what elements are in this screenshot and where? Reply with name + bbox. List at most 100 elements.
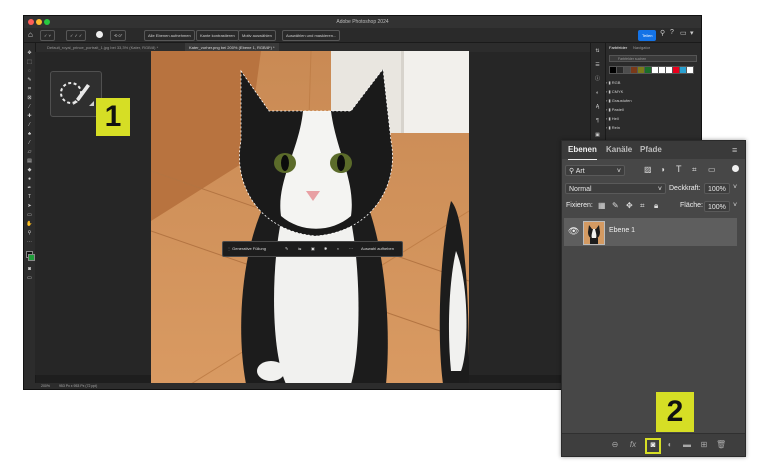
eyedropper-tool-icon[interactable]: ⁄: [26, 105, 33, 110]
clone-stamp-tool-icon[interactable]: ♣: [26, 132, 33, 137]
brush-icon[interactable]: ✎: [285, 242, 288, 256]
workspace-icon[interactable]: ▭: [680, 29, 687, 37]
info-icon[interactable]: ⓘ: [594, 77, 601, 82]
blend-mode-select[interactable]: Normal ˅: [565, 183, 666, 194]
tab-navigator[interactable]: Navigator: [633, 45, 650, 50]
minimize-window-button[interactable]: [36, 19, 42, 25]
swatch-folder-rgb[interactable]: › ▮ RGB: [606, 79, 620, 86]
lock-all-icon[interactable]: 🔒︎: [654, 201, 658, 211]
brush-size-icon[interactable]: [96, 31, 103, 38]
background-color-swatch[interactable]: [28, 254, 35, 261]
layer-style-fx-button[interactable]: fx: [628, 440, 638, 450]
lock-transparent-icon[interactable]: ▦: [598, 201, 606, 210]
path-selection-tool-icon[interactable]: ➤: [26, 204, 33, 209]
filter-shape-icon[interactable]: ⌗: [692, 165, 697, 175]
help-icon[interactable]: ?: [670, 29, 674, 36]
mask-icon[interactable]: ▣: [311, 242, 315, 256]
select-subject-button[interactable]: Motiv auswählen: [238, 30, 276, 41]
quick-mask-icon[interactable]: ◙: [26, 267, 33, 272]
history-brush-tool-icon[interactable]: ⁄: [26, 141, 33, 146]
tab-layers[interactable]: Ebenen: [568, 141, 597, 160]
zoom-tool-icon[interactable]: ⚲: [26, 231, 33, 236]
layer-row[interactable]: 👁︎ Ebene 1: [564, 218, 737, 246]
move-tool-icon[interactable]: ✥: [26, 51, 33, 56]
adjustments-icon[interactable]: ☰: [594, 63, 601, 68]
deselect-button[interactable]: Auswahl aufheben: [361, 242, 394, 256]
adjustment-layer-icon[interactable]: ◐: [665, 440, 675, 450]
close-window-button[interactable]: [28, 19, 34, 25]
swatch-folder-pure[interactable]: › ▮ Rein: [606, 124, 620, 131]
select-and-mask-button[interactable]: Auswählen und maskieren...: [282, 30, 341, 41]
frame-tool-icon[interactable]: ⊠: [26, 96, 33, 101]
blur-tool-icon[interactable]: ◆: [26, 168, 33, 173]
visibility-eye-icon[interactable]: 👁︎: [568, 226, 579, 237]
brush-angle-field[interactable]: ⟲ 0°: [110, 30, 127, 41]
filter-type-icon[interactable]: T: [676, 164, 682, 174]
quick-selection-tool-icon[interactable]: ✎: [26, 78, 33, 83]
properties-icon[interactable]: ⇅: [594, 49, 601, 54]
drag-handle-icon[interactable]: ⋮: [223, 246, 231, 251]
link-layers-icon[interactable]: ⊖: [610, 440, 620, 450]
lock-position-icon[interactable]: ✥: [626, 201, 633, 210]
swatch-folder-light[interactable]: › ▮ Hell: [606, 115, 619, 122]
all-layers-checkbox[interactable]: Alle Ebenen aufnehmen: [144, 30, 195, 41]
eraser-tool-icon[interactable]: ▱: [26, 150, 33, 155]
home-icon[interactable]: ⌂: [28, 30, 33, 39]
opacity-field[interactable]: 100%: [704, 183, 730, 194]
character-icon[interactable]: Ą: [594, 105, 601, 110]
invert-icon[interactable]: ⇋: [298, 242, 301, 256]
adjust-icon[interactable]: ◐: [337, 242, 339, 256]
gradient-tool-icon[interactable]: ▤: [26, 159, 33, 164]
search-icon[interactable]: ⚲: [660, 29, 665, 37]
libraries-icon[interactable]: ▣: [594, 133, 601, 138]
group-folder-icon[interactable]: ▬: [682, 440, 692, 450]
arrange-icon[interactable]: ▾: [690, 29, 694, 37]
add-layer-mask-icon[interactable]: ◙: [645, 438, 661, 454]
swatch-folder-cmyk[interactable]: › ▮ CMYK: [606, 88, 623, 95]
filter-adjustment-icon[interactable]: ◑: [660, 165, 665, 174]
marquee-tool-icon[interactable]: ⬚: [26, 60, 33, 65]
generative-fill-button[interactable]: Generative Füllung: [232, 246, 266, 251]
type-tool-icon[interactable]: T: [26, 195, 33, 200]
paragraph-icon[interactable]: ¶: [594, 119, 601, 124]
fill-field[interactable]: 100%: [704, 201, 730, 212]
share-button[interactable]: Teilen: [638, 30, 657, 41]
swatch-color[interactable]: [686, 66, 694, 74]
maximize-window-button[interactable]: [44, 19, 50, 25]
rectangle-tool-icon[interactable]: ▭: [26, 213, 33, 218]
screen-mode-icon[interactable]: ▭: [26, 276, 33, 281]
brush-tool-icon[interactable]: ⁄: [26, 123, 33, 128]
pen-tool-icon[interactable]: ✒: [26, 186, 33, 191]
filter-pixel-icon[interactable]: ▨: [644, 165, 652, 174]
swatch-search-input[interactable]: Farbfelder suchen: [609, 55, 697, 62]
more-icon[interactable]: ⋯: [349, 242, 353, 256]
cat-photo[interactable]: [151, 51, 469, 384]
filter-toggle[interactable]: [732, 165, 739, 172]
edge-contrast-checkbox[interactable]: Kante kontrastieren: [196, 30, 239, 41]
fill-dropdown-icon[interactable]: ˅: [733, 202, 737, 209]
layer-name[interactable]: Ebene 1: [609, 227, 635, 234]
lasso-tool-icon[interactable]: ◌: [26, 69, 33, 74]
panel-menu-icon[interactable]: ≡: [732, 141, 737, 159]
color-icon[interactable]: ◐: [594, 91, 601, 96]
tool-preset-picker[interactable]: ✓ ˅: [40, 30, 55, 41]
healing-brush-tool-icon[interactable]: ✚: [26, 114, 33, 119]
tab-default-royal-prince[interactable]: Default_royal_prince_portrait_1.jpg bei …: [43, 43, 162, 52]
new-layer-icon[interactable]: ⊞: [699, 440, 709, 450]
hand-tool-icon[interactable]: ✋: [26, 222, 33, 227]
settings-icon[interactable]: ✱: [324, 242, 327, 256]
delete-layer-icon[interactable]: 🗑︎: [716, 440, 726, 450]
filter-smart-object-icon[interactable]: ▭: [708, 165, 716, 174]
opacity-dropdown-icon[interactable]: ˅: [733, 184, 737, 191]
selection-mode-buttons[interactable]: ✓ ✓ ✓: [66, 30, 87, 41]
zoom-level[interactable]: 200%: [35, 384, 50, 388]
tab-paths[interactable]: Pfade: [640, 141, 662, 159]
layer-filter-select[interactable]: ⚲ Art ˅: [565, 165, 625, 176]
dodge-tool-icon[interactable]: ●: [26, 177, 33, 182]
tab-swatches[interactable]: Farbfelder: [609, 45, 627, 50]
swatch-folder-grayscale[interactable]: › ▮ Graustufen: [606, 97, 632, 104]
lock-image-icon[interactable]: ✎: [612, 201, 619, 210]
tab-channels[interactable]: Kanäle: [606, 141, 632, 159]
lock-artboard-icon[interactable]: ⌗: [640, 201, 645, 211]
more-tools-icon[interactable]: ⋯: [26, 240, 33, 245]
